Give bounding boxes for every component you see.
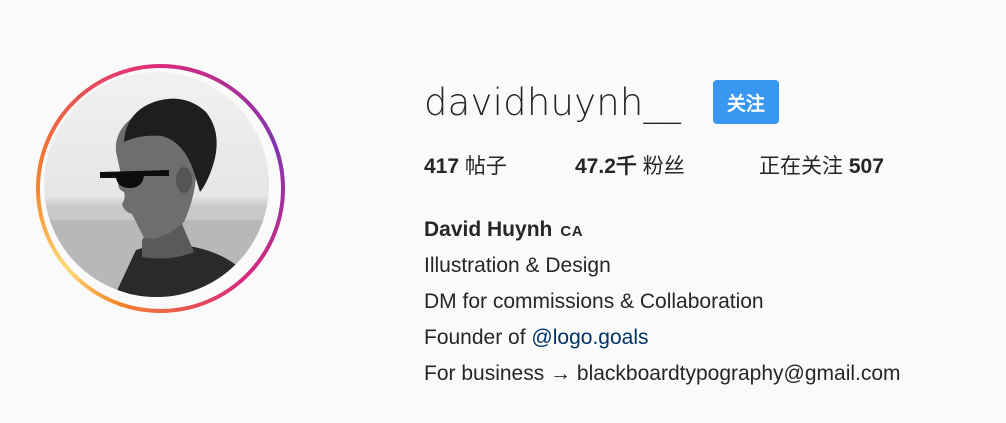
- posts-count: 417: [424, 155, 460, 178]
- following-count: 507: [848, 155, 884, 178]
- avatar[interactable]: [44, 72, 269, 297]
- following-stat[interactable]: 正在关注 507: [759, 150, 884, 180]
- followers-count: 47.2千: [575, 155, 637, 178]
- profile-stats: 417 帖子 47.2千 粉丝 正在关注 507: [424, 150, 884, 180]
- full-name: David Huynh: [424, 218, 553, 241]
- followers-stat[interactable]: 47.2千 粉丝: [575, 150, 759, 180]
- mention-link[interactable]: @logo.goals: [531, 326, 648, 349]
- full-name-suffix: CA: [560, 223, 584, 240]
- posts-stat[interactable]: 417 帖子: [424, 150, 575, 180]
- username-row: davidhuynh__ 关注: [424, 78, 779, 126]
- posts-label: 帖子: [464, 155, 507, 178]
- bio-line-3-prefix: Founder of: [424, 326, 526, 349]
- bio-line-2: DM for commissions & Collaboration: [424, 290, 764, 313]
- bio-line-4: For business → blackboardtypography@gmai…: [424, 362, 901, 385]
- followers-label: 粉丝: [642, 155, 685, 178]
- bio-line-1: Illustration & Design: [424, 254, 611, 277]
- profile-bio: David Huynh CA Illustration & Design DM f…: [424, 212, 901, 392]
- username: davidhuynh__: [424, 80, 681, 124]
- avatar-story-ring[interactable]: [36, 64, 285, 313]
- following-label: 正在关注: [759, 155, 843, 178]
- follow-button[interactable]: 关注: [712, 80, 779, 124]
- avatar-photo: [44, 98, 269, 297]
- bio-line-3: Founder of @logo.goals: [424, 320, 901, 356]
- bio-name-line: David Huynh CA: [424, 212, 901, 248]
